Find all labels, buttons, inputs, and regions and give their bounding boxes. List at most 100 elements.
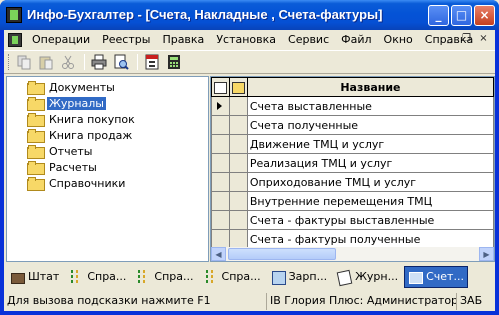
row-icon-cell[interactable] bbox=[228, 115, 248, 135]
menu-bar: Операции Реестры Правка Установка Сервис… bbox=[4, 30, 495, 50]
scroll-left-arrow-icon[interactable]: ◀ bbox=[211, 247, 226, 261]
table-row[interactable]: Счета выставленные bbox=[211, 96, 494, 116]
row-name-cell[interactable]: Реализация ТМЦ и услуг bbox=[246, 153, 494, 173]
menu-settings[interactable]: Установка bbox=[210, 30, 282, 50]
tree-item-sales-book[interactable]: Книга продаж bbox=[27, 127, 134, 143]
folder-icon bbox=[27, 145, 45, 159]
window-tab-label: Спра... bbox=[154, 270, 194, 283]
journal-grid: Название Счета выставленные Счета получе… bbox=[210, 76, 495, 262]
folder-icon bbox=[231, 81, 245, 94]
table-row[interactable]: Счета - фактуры полученные bbox=[211, 229, 494, 249]
grid-header-row: Название bbox=[211, 77, 494, 97]
cut-button[interactable] bbox=[58, 53, 78, 71]
scroll-right-arrow-icon[interactable]: ▶ bbox=[479, 247, 494, 261]
maximize-button[interactable]: □ bbox=[451, 5, 472, 26]
menu-operations[interactable]: Операции bbox=[26, 30, 96, 50]
tree-item-documents[interactable]: Документы bbox=[27, 79, 117, 95]
window-tab-staff[interactable]: Штат bbox=[6, 266, 63, 288]
folder-icon bbox=[27, 161, 45, 175]
title-bar[interactable]: Инфо-Бухгалтер - [Счета, Накладные , Сче… bbox=[0, 0, 499, 30]
row-icon-cell[interactable] bbox=[228, 229, 248, 249]
menu-registers[interactable]: Реестры bbox=[96, 30, 156, 50]
row-icon-cell[interactable] bbox=[228, 153, 248, 173]
calculator-button[interactable] bbox=[164, 53, 184, 71]
table-row[interactable]: Реализация ТМЦ и услуг bbox=[211, 153, 494, 173]
client-area: Операции Реестры Правка Установка Сервис… bbox=[4, 30, 495, 311]
row-name-cell[interactable]: Счета полученные bbox=[246, 115, 494, 135]
tree-item-calculations[interactable]: Расчеты bbox=[27, 159, 99, 175]
app-window: Инфо-Бухгалтер - [Счета, Накладные , Сче… bbox=[0, 0, 499, 315]
navigation-tree: Документы Журналы Книга покупок Книга пр… bbox=[6, 76, 209, 262]
window-tab-label: Счет... bbox=[426, 270, 464, 283]
row-name-cell[interactable]: Счета - фактуры выставленные bbox=[246, 210, 494, 230]
preview-button[interactable] bbox=[111, 53, 131, 71]
row-icon-cell[interactable] bbox=[228, 172, 248, 192]
row-indicator[interactable] bbox=[211, 210, 230, 230]
mdi-close-button[interactable]: × bbox=[476, 33, 491, 46]
minimize-button[interactable]: _ bbox=[428, 5, 449, 26]
toolbar-grip[interactable] bbox=[8, 54, 11, 70]
tree-item-reports[interactable]: Отчеты bbox=[27, 143, 94, 159]
toolbar-separator bbox=[84, 54, 85, 70]
table-row[interactable]: Счета полученные bbox=[211, 115, 494, 135]
row-indicator[interactable] bbox=[211, 134, 230, 154]
row-name-cell[interactable]: Счета - фактуры полученные bbox=[246, 229, 494, 249]
mdi-minimize-button[interactable]: _ bbox=[442, 33, 457, 46]
row-name-cell[interactable]: Счета выставленные bbox=[246, 96, 494, 116]
lock-icon bbox=[213, 81, 227, 94]
document-icon[interactable] bbox=[8, 33, 22, 47]
menu-edit[interactable]: Правка bbox=[156, 30, 210, 50]
tree-item-purchase-book[interactable]: Книга покупок bbox=[27, 111, 137, 127]
row-icon-cell[interactable] bbox=[228, 134, 248, 154]
row-indicator[interactable] bbox=[211, 115, 230, 135]
window-tab-invoices[interactable]: Счет... bbox=[404, 265, 468, 288]
window-tab-reference-1[interactable]: Спра... bbox=[65, 266, 130, 288]
scrollbar-thumb[interactable] bbox=[228, 248, 336, 260]
table-row[interactable]: Счета - фактуры выставленные bbox=[211, 210, 494, 230]
row-indicator[interactable] bbox=[211, 172, 230, 192]
window-tab-journals[interactable]: Журн... bbox=[333, 266, 402, 288]
row-icon-cell[interactable] bbox=[228, 96, 248, 116]
row-name-cell[interactable]: Движение ТМЦ и услуг bbox=[246, 134, 494, 154]
row-name-cell[interactable]: Внутренние перемещения ТМЦ bbox=[246, 191, 494, 211]
toolbar-separator bbox=[137, 54, 138, 70]
tree-item-label: Справочники bbox=[49, 176, 126, 190]
tree-item-journals[interactable]: Журналы bbox=[27, 95, 106, 111]
mdi-controls: _ ❐ × bbox=[442, 33, 491, 46]
mdi-restore-button[interactable]: ❐ bbox=[459, 33, 474, 46]
row-name-cell[interactable]: Оприходование ТМЦ и услуг bbox=[246, 172, 494, 192]
calendar-button[interactable] bbox=[142, 53, 162, 71]
grid-header-indicator[interactable] bbox=[211, 77, 230, 97]
window-tab-reference-3[interactable]: Спра... bbox=[200, 266, 265, 288]
row-icon-cell[interactable] bbox=[228, 210, 248, 230]
invoice-icon bbox=[408, 270, 424, 284]
row-icon-cell[interactable] bbox=[228, 191, 248, 211]
menu-service[interactable]: Сервис bbox=[282, 30, 335, 50]
app-icon[interactable] bbox=[6, 7, 22, 23]
window-tabs-bar: Штат Спра... Спра... Спра... Зарп... Жур… bbox=[4, 264, 495, 289]
grid-header-name[interactable]: Название bbox=[246, 77, 494, 97]
folder-icon bbox=[27, 113, 45, 127]
table-row[interactable]: Внутренние перемещения ТМЦ bbox=[211, 191, 494, 211]
row-indicator[interactable] bbox=[211, 153, 230, 173]
print-button[interactable] bbox=[89, 53, 109, 71]
row-indicator[interactable] bbox=[211, 229, 230, 249]
tree-item-label: Документы bbox=[49, 80, 115, 94]
window-tab-label: Зарп... bbox=[288, 270, 328, 283]
row-indicator[interactable] bbox=[211, 191, 230, 211]
horizontal-scrollbar[interactable]: ◀ ▶ bbox=[211, 247, 494, 261]
window-tab-payroll[interactable]: Зарп... bbox=[267, 266, 331, 288]
window-tab-reference-2[interactable]: Спра... bbox=[132, 266, 197, 288]
tree-item-references[interactable]: Справочники bbox=[27, 175, 127, 191]
menu-file[interactable]: Файл bbox=[335, 30, 377, 50]
paste-button[interactable] bbox=[36, 53, 56, 71]
window-tab-label: Журн... bbox=[355, 270, 399, 283]
folder-icon bbox=[27, 97, 45, 111]
close-button[interactable]: × bbox=[474, 5, 495, 26]
copy-button[interactable] bbox=[14, 53, 34, 71]
grid-header-icon-column[interactable] bbox=[228, 77, 248, 97]
table-row[interactable]: Оприходование ТМЦ и услуг bbox=[211, 172, 494, 192]
row-indicator[interactable] bbox=[211, 96, 230, 116]
table-row[interactable]: Движение ТМЦ и услуг bbox=[211, 134, 494, 154]
menu-window[interactable]: Окно bbox=[378, 30, 419, 50]
